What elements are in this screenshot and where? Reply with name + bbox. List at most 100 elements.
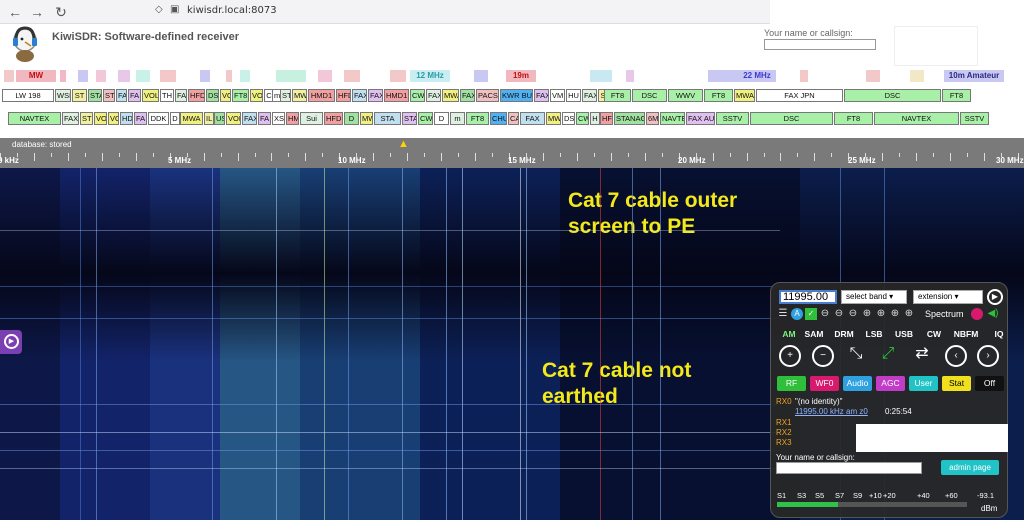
station-tag[interactable]: FAX xyxy=(116,89,127,102)
band-segment-4[interactable] xyxy=(118,70,130,82)
band-segment-12[interactable] xyxy=(344,70,360,82)
station-tag[interactable]: FA xyxy=(258,112,271,125)
station-tag[interactable]: WSP xyxy=(55,89,71,102)
zoom-plus4-icon[interactable]: ⊕ xyxy=(903,308,915,320)
station-tag[interactable]: DS xyxy=(206,89,219,102)
station-tag[interactable]: D xyxy=(344,112,359,125)
band-label-2[interactable]: 19m xyxy=(506,70,536,82)
station-tag[interactable]: VO xyxy=(250,89,263,102)
band-segment-10[interactable] xyxy=(276,70,306,82)
station-tag[interactable]: FT8 xyxy=(604,89,631,102)
station-tag[interactable]: ST xyxy=(280,89,291,102)
station-tag[interactable]: VM xyxy=(550,89,565,102)
station-tag[interactable]: VOL xyxy=(226,112,241,125)
station-tag[interactable]: HFD xyxy=(336,89,351,102)
station-tag[interactable]: FAX AU xyxy=(686,112,715,125)
station-tag[interactable]: Sui xyxy=(300,112,323,125)
station-tag[interactable]: DSC xyxy=(844,89,941,102)
station-tag[interactable]: CW xyxy=(576,112,589,125)
band-label-0[interactable]: MW xyxy=(16,70,56,82)
station-tag[interactable]: FAX xyxy=(242,112,257,125)
lock-icon[interactable]: ▣ xyxy=(170,4,179,15)
station-tag[interactable]: FA xyxy=(134,112,147,125)
station-tag[interactable]: VOL xyxy=(142,89,159,102)
select-band-dropdown[interactable]: select band ▾ xyxy=(841,290,907,304)
station-tag[interactable]: WWV xyxy=(668,89,703,102)
station-tag[interactable]: FAX xyxy=(426,89,441,102)
station-tag[interactable]: FAX xyxy=(368,89,383,102)
swap-icon[interactable]: ⇄ xyxy=(911,345,933,367)
audio-icon[interactable]: A xyxy=(791,308,803,320)
station-tag[interactable]: STANAG xyxy=(614,112,645,125)
mode-lsb[interactable]: LSB xyxy=(862,327,886,341)
station-tag[interactable]: FAX xyxy=(460,89,475,102)
band-segment-3[interactable] xyxy=(96,70,106,82)
menu-icon[interactable]: ☰ xyxy=(777,308,789,320)
band-segment-13[interactable] xyxy=(390,70,406,82)
zoom-out-icon[interactable]: − xyxy=(812,345,834,367)
station-tag[interactable]: LW 198 xyxy=(2,89,54,102)
band-segment-9[interactable] xyxy=(240,70,250,82)
audio-button[interactable]: Audio xyxy=(843,376,872,391)
station-tag[interactable]: FT8 xyxy=(232,89,249,102)
mode-cw[interactable]: CW xyxy=(922,327,946,341)
station-tag[interactable]: MWA xyxy=(546,112,561,125)
zoom-minus-icon[interactable]: ⊖ xyxy=(819,308,831,320)
band-segment-16[interactable] xyxy=(626,70,634,82)
station-tag[interactable]: HFDL xyxy=(188,89,205,102)
station-tag[interactable]: FT8 xyxy=(466,112,489,125)
off-button[interactable]: Off xyxy=(975,376,1004,391)
station-tag[interactable]: HMD1 xyxy=(286,112,299,125)
speaker-icon[interactable]: ◀) xyxy=(987,308,999,320)
station-tag[interactable]: DDK xyxy=(148,112,169,125)
record-icon[interactable] xyxy=(971,308,983,320)
band-segment-2[interactable] xyxy=(78,70,88,82)
band-segment-20[interactable] xyxy=(910,70,924,82)
band-segment-11[interactable] xyxy=(318,70,332,82)
back-icon[interactable]: ← xyxy=(6,3,24,21)
prev-icon[interactable]: ‹ xyxy=(945,345,967,367)
station-tag[interactable]: CA xyxy=(508,112,519,125)
station-tag[interactable]: ST xyxy=(103,89,115,102)
station-tag[interactable]: ST xyxy=(80,112,93,125)
zoom-minus2-icon[interactable]: ⊖ xyxy=(833,308,845,320)
rf-button[interactable]: RF xyxy=(777,376,806,391)
wf0-button[interactable]: WF0 xyxy=(810,376,839,391)
station-tag[interactable]: NAVTEX xyxy=(874,112,959,125)
station-tag[interactable]: TH xyxy=(160,89,174,102)
callsign-input-top[interactable] xyxy=(764,39,876,50)
station-tag[interactable]: FT8 xyxy=(704,89,733,102)
station-tag[interactable]: SSTV xyxy=(960,112,989,125)
station-tag[interactable]: CW xyxy=(418,112,433,125)
station-tag[interactable]: HMD1 xyxy=(308,89,335,102)
station-tag[interactable]: SSTV xyxy=(716,112,749,125)
station-tag[interactable]: HMD1 xyxy=(384,89,409,102)
station-tag[interactable]: MWA xyxy=(734,89,755,102)
spectrum-toggle[interactable]: Spectrum xyxy=(925,309,964,319)
band-segment-18[interactable] xyxy=(800,70,808,82)
station-tag[interactable]: FAX xyxy=(62,112,79,125)
reload-icon[interactable]: ↻ xyxy=(52,3,70,21)
station-tag[interactable]: DSC xyxy=(632,89,667,102)
station-tag[interactable]: FAX xyxy=(582,89,597,102)
band-segment-15[interactable] xyxy=(590,70,612,82)
next-icon[interactable]: › xyxy=(977,345,999,367)
open-panel-button[interactable]: ▶ xyxy=(0,330,22,354)
station-tag[interactable]: FT8 xyxy=(834,112,873,125)
extension-dropdown[interactable]: extension ▾ xyxy=(913,290,983,304)
station-tag[interactable]: MWARA xyxy=(360,112,373,125)
band-segment-6[interactable] xyxy=(160,70,176,82)
station-tag[interactable]: D xyxy=(170,112,180,125)
station-tag[interactable]: HD xyxy=(120,112,133,125)
station-tag[interactable]: CHU xyxy=(490,112,507,125)
station-tag[interactable]: XS xyxy=(272,112,285,125)
station-tag[interactable]: MW xyxy=(292,89,307,102)
zoom-in-icon[interactable]: + xyxy=(779,345,801,367)
station-tag[interactable]: DSC xyxy=(750,112,833,125)
station-tag[interactable]: FAX xyxy=(352,89,367,102)
station-tag[interactable]: CW xyxy=(410,89,425,102)
station-tag[interactable]: FAX JPN xyxy=(756,89,843,102)
frequency-input[interactable]: 11995.00 xyxy=(779,290,837,304)
check-icon[interactable]: ✓ xyxy=(805,308,817,320)
band-segment-0[interactable] xyxy=(4,70,14,82)
